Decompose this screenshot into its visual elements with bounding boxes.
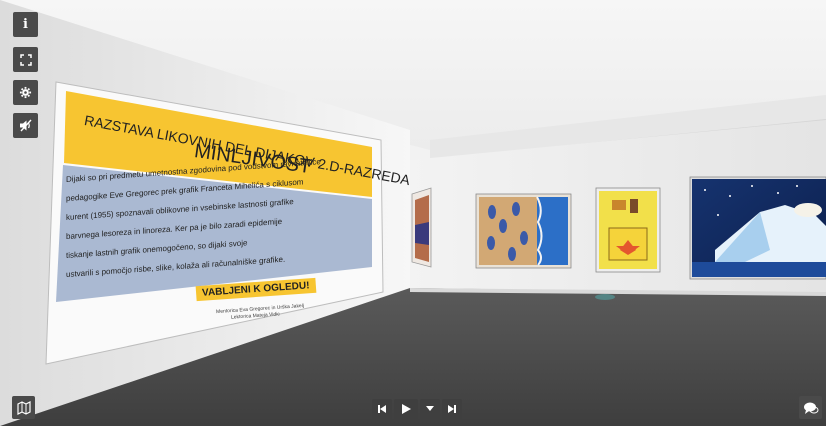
footprint — [499, 219, 507, 233]
painting-polar-bear-water — [692, 262, 826, 277]
painting-flower[interactable] — [595, 187, 661, 273]
fullscreen-icon — [19, 53, 32, 66]
footprint — [488, 205, 496, 219]
tour-playback-bar — [372, 399, 462, 419]
painting-footprints[interactable] — [475, 193, 572, 269]
star — [704, 189, 706, 191]
painting-polar-bear-bear — [794, 203, 822, 217]
mute-icon — [19, 119, 32, 132]
star — [796, 185, 798, 187]
painting-corner-accent — [415, 222, 429, 245]
star — [777, 192, 779, 194]
poster-body: Dijaki so pri predmetu umetnostna zgodov… — [66, 149, 366, 284]
painting-footprints-sand — [479, 197, 537, 265]
fullscreen-button[interactable] — [13, 47, 38, 72]
star — [751, 185, 753, 187]
footprint — [520, 231, 528, 245]
footprint — [512, 202, 520, 216]
map-icon — [16, 400, 31, 415]
painting-polar-bear[interactable] — [689, 176, 826, 280]
painting-flower-stem — [630, 199, 638, 213]
tour-menu-button[interactable] — [420, 399, 440, 419]
chat-icon — [803, 402, 818, 414]
chat-button[interactable] — [799, 396, 822, 419]
star — [729, 195, 731, 197]
footprint — [508, 247, 516, 261]
play-icon — [402, 404, 411, 414]
info-icon: i — [23, 17, 28, 32]
play-button[interactable] — [394, 399, 418, 419]
previous-button[interactable] — [372, 399, 392, 419]
info-button[interactable]: i — [13, 12, 38, 37]
star — [717, 214, 719, 216]
next-button[interactable] — [442, 399, 462, 419]
skip-forward-icon — [448, 405, 456, 413]
settings-button[interactable] — [13, 80, 38, 105]
painting-flower-pot — [612, 200, 626, 210]
floor-marker[interactable] — [595, 294, 615, 300]
painting-corner[interactable] — [411, 187, 432, 268]
sound-toggle-button[interactable] — [13, 113, 38, 138]
chevron-down-icon — [426, 406, 434, 411]
gear-icon — [19, 86, 32, 99]
gallery-viewport[interactable]: RAZSTAVA LIKOVNIH DEL DIJAKOV 2.D-RAZRED… — [0, 0, 826, 426]
footprint — [487, 236, 495, 250]
skip-back-icon — [378, 405, 386, 413]
map-button[interactable] — [12, 396, 35, 419]
